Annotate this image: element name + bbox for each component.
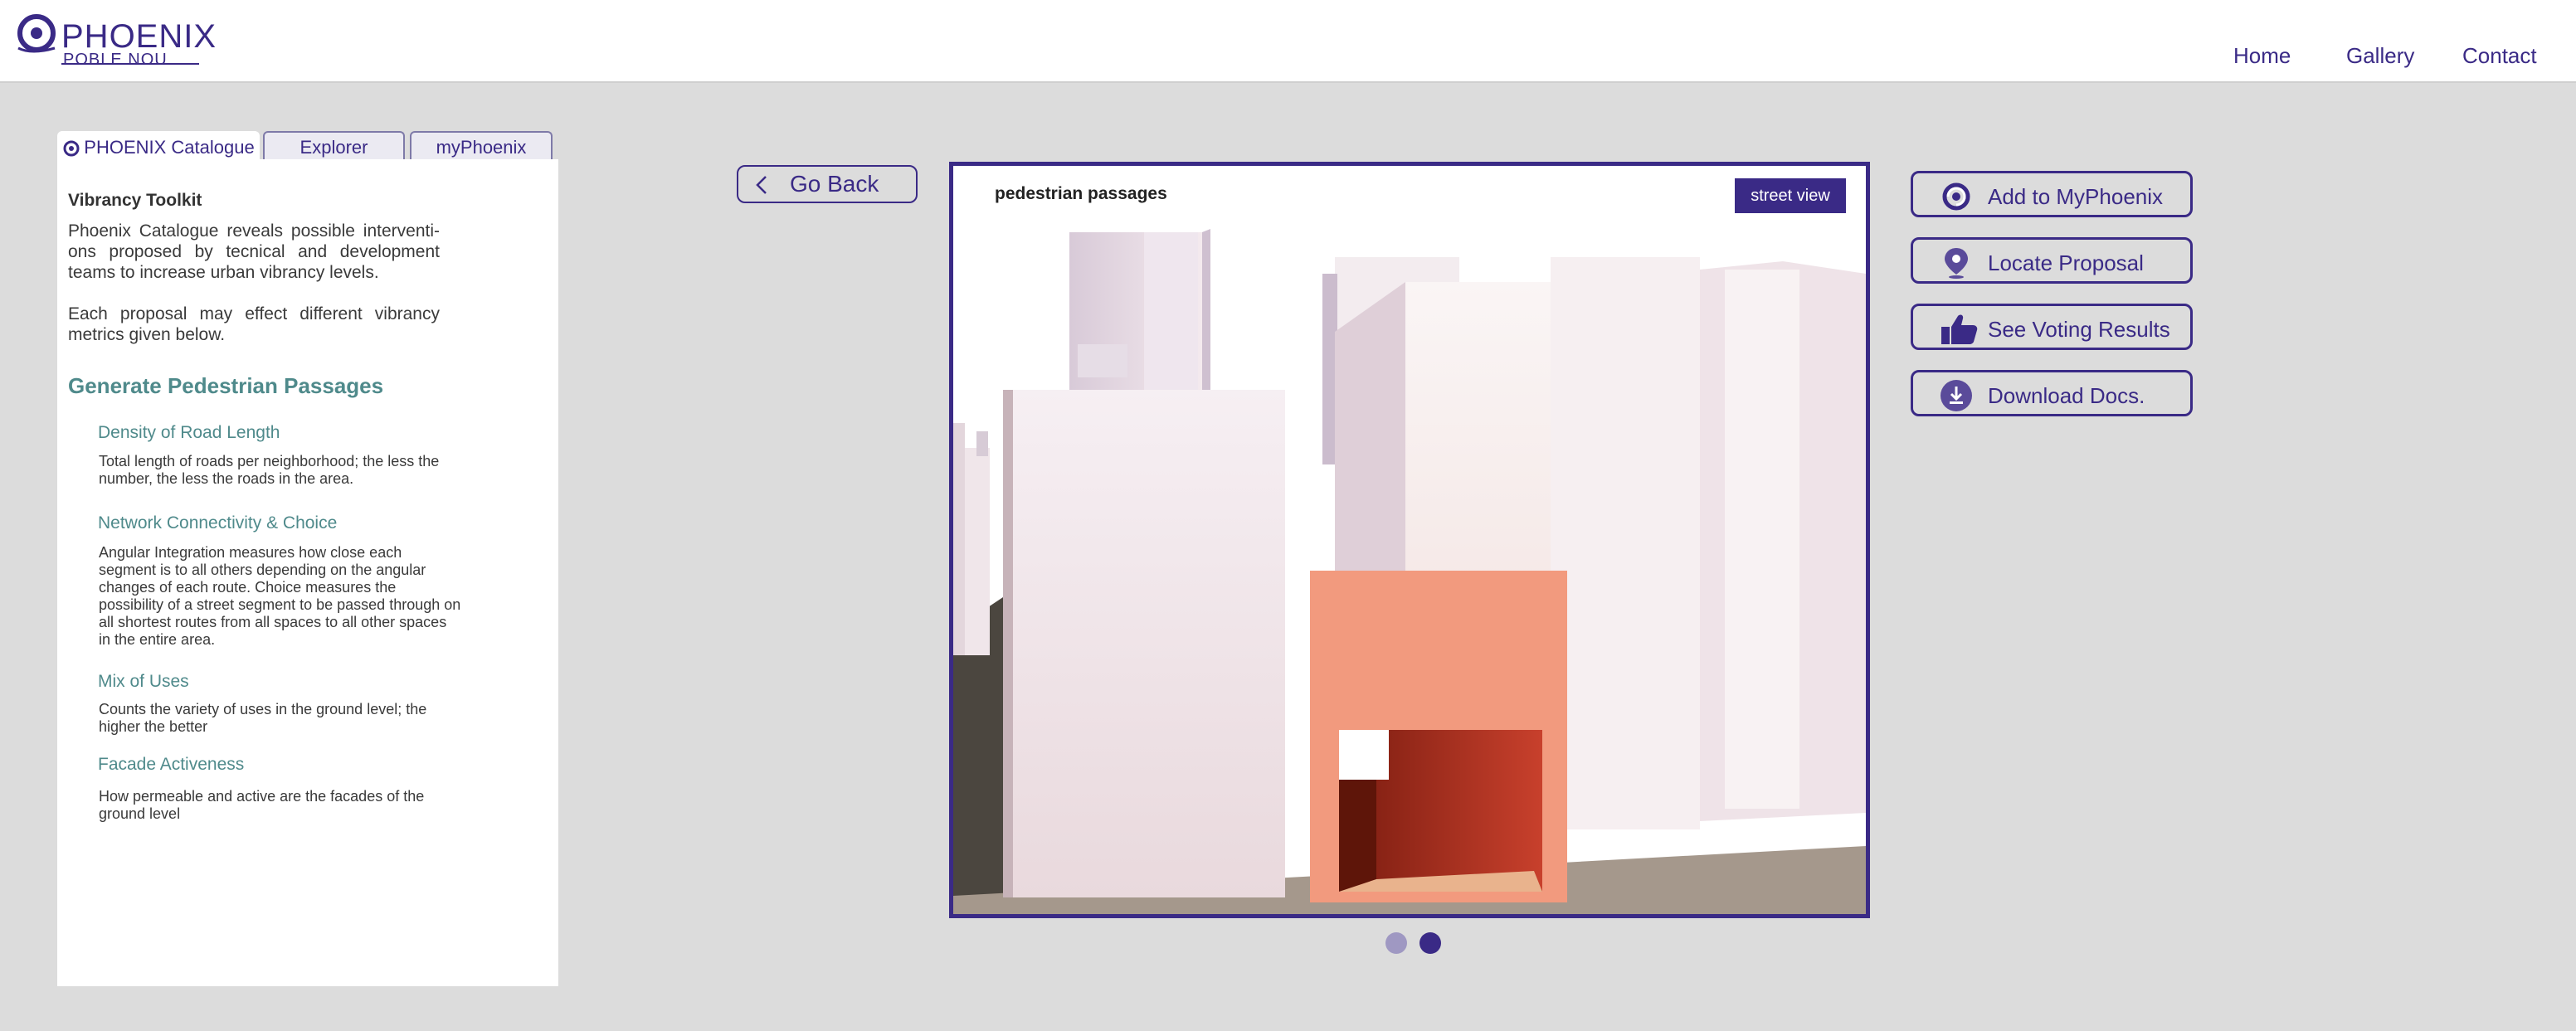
metric-name: Mix of Uses — [98, 672, 189, 691]
proposal-viewer: pedestrian passages street view — [949, 162, 1870, 918]
metric-description: Counts the variety of uses in the ground… — [99, 701, 427, 735]
proposal-title: Generate Pedestrian Passages — [68, 373, 384, 398]
thumbs-up-icon — [1941, 314, 1978, 344]
metric-name: Network Connectivity & Choice — [98, 513, 338, 533]
go-back-button[interactable]: Go Back — [737, 165, 918, 203]
tab-explorer[interactable]: Explorer — [263, 131, 405, 161]
brand-subtitle: POBLE NOU — [63, 51, 168, 69]
see-voting-results-button[interactable]: See Voting Results — [1911, 304, 2193, 350]
action-label: See Voting Results — [1988, 317, 2170, 342]
add-to-myphoenix-button[interactable]: Add to MyPhoenix — [1911, 171, 2193, 217]
nav-gallery[interactable]: Gallery — [2346, 43, 2414, 69]
brand-title: PHOENIX — [61, 18, 217, 55]
street-view-button[interactable]: street view — [1735, 178, 1846, 213]
metric-description: How permeable and active are the facades… — [99, 788, 425, 822]
nav-home[interactable]: Home — [2233, 43, 2291, 69]
phoenix-logo[interactable]: PHOENIX POBLE NOU — [15, 12, 216, 70]
nav-contact[interactable]: Contact — [2462, 43, 2537, 69]
carousel-dot-2[interactable] — [1419, 932, 1441, 954]
metric-description: Angular Integration measures how close e… — [99, 544, 461, 648]
download-icon — [1941, 380, 1972, 411]
top-header: PHOENIX POBLE NOU Home Gallery Contact — [0, 0, 2576, 83]
locate-proposal-button[interactable]: Locate Proposal — [1911, 237, 2193, 284]
phoenix-logo-icon — [1942, 182, 1970, 211]
metric-description: Total length of roads per neighborhood; … — [99, 453, 440, 487]
logo-underline — [61, 63, 199, 65]
viewer-title: pedestrian passages — [995, 184, 1167, 203]
tab-phoenix-catalogue[interactable]: PHOENIX Catalogue — [57, 131, 260, 161]
metric-name: Facade Activeness — [98, 755, 245, 774]
phoenix-logo-icon — [17, 14, 56, 53]
tab-label: PHOENIX Catalogue — [84, 137, 255, 158]
action-label: Download Docs. — [1988, 383, 2145, 408]
action-label: Locate Proposal — [1988, 250, 2144, 275]
render-image — [953, 166, 1866, 914]
tab-myphoenix[interactable]: myPhoenix — [410, 131, 553, 161]
panel-intro-1: Phoenix Catalogue reveals possible inter… — [68, 221, 440, 282]
metric-name: Density of Road Length — [98, 423, 280, 442]
carousel-dot-1[interactable] — [1385, 932, 1407, 954]
location-pin-icon — [1945, 248, 1968, 279]
tab-label: Explorer — [299, 137, 368, 158]
panel-heading: Vibrancy Toolkit — [68, 191, 202, 210]
download-docs-button[interactable]: Download Docs. — [1911, 370, 2193, 416]
action-label: Add to MyPhoenix — [1988, 184, 2164, 209]
tab-label: myPhoenix — [436, 137, 527, 158]
phoenix-logo-icon — [63, 140, 80, 157]
chevron-left-icon — [756, 176, 767, 194]
go-back-label: Go Back — [790, 171, 879, 197]
panel-intro-2: Each proposal may effect different vibra… — [68, 304, 440, 344]
